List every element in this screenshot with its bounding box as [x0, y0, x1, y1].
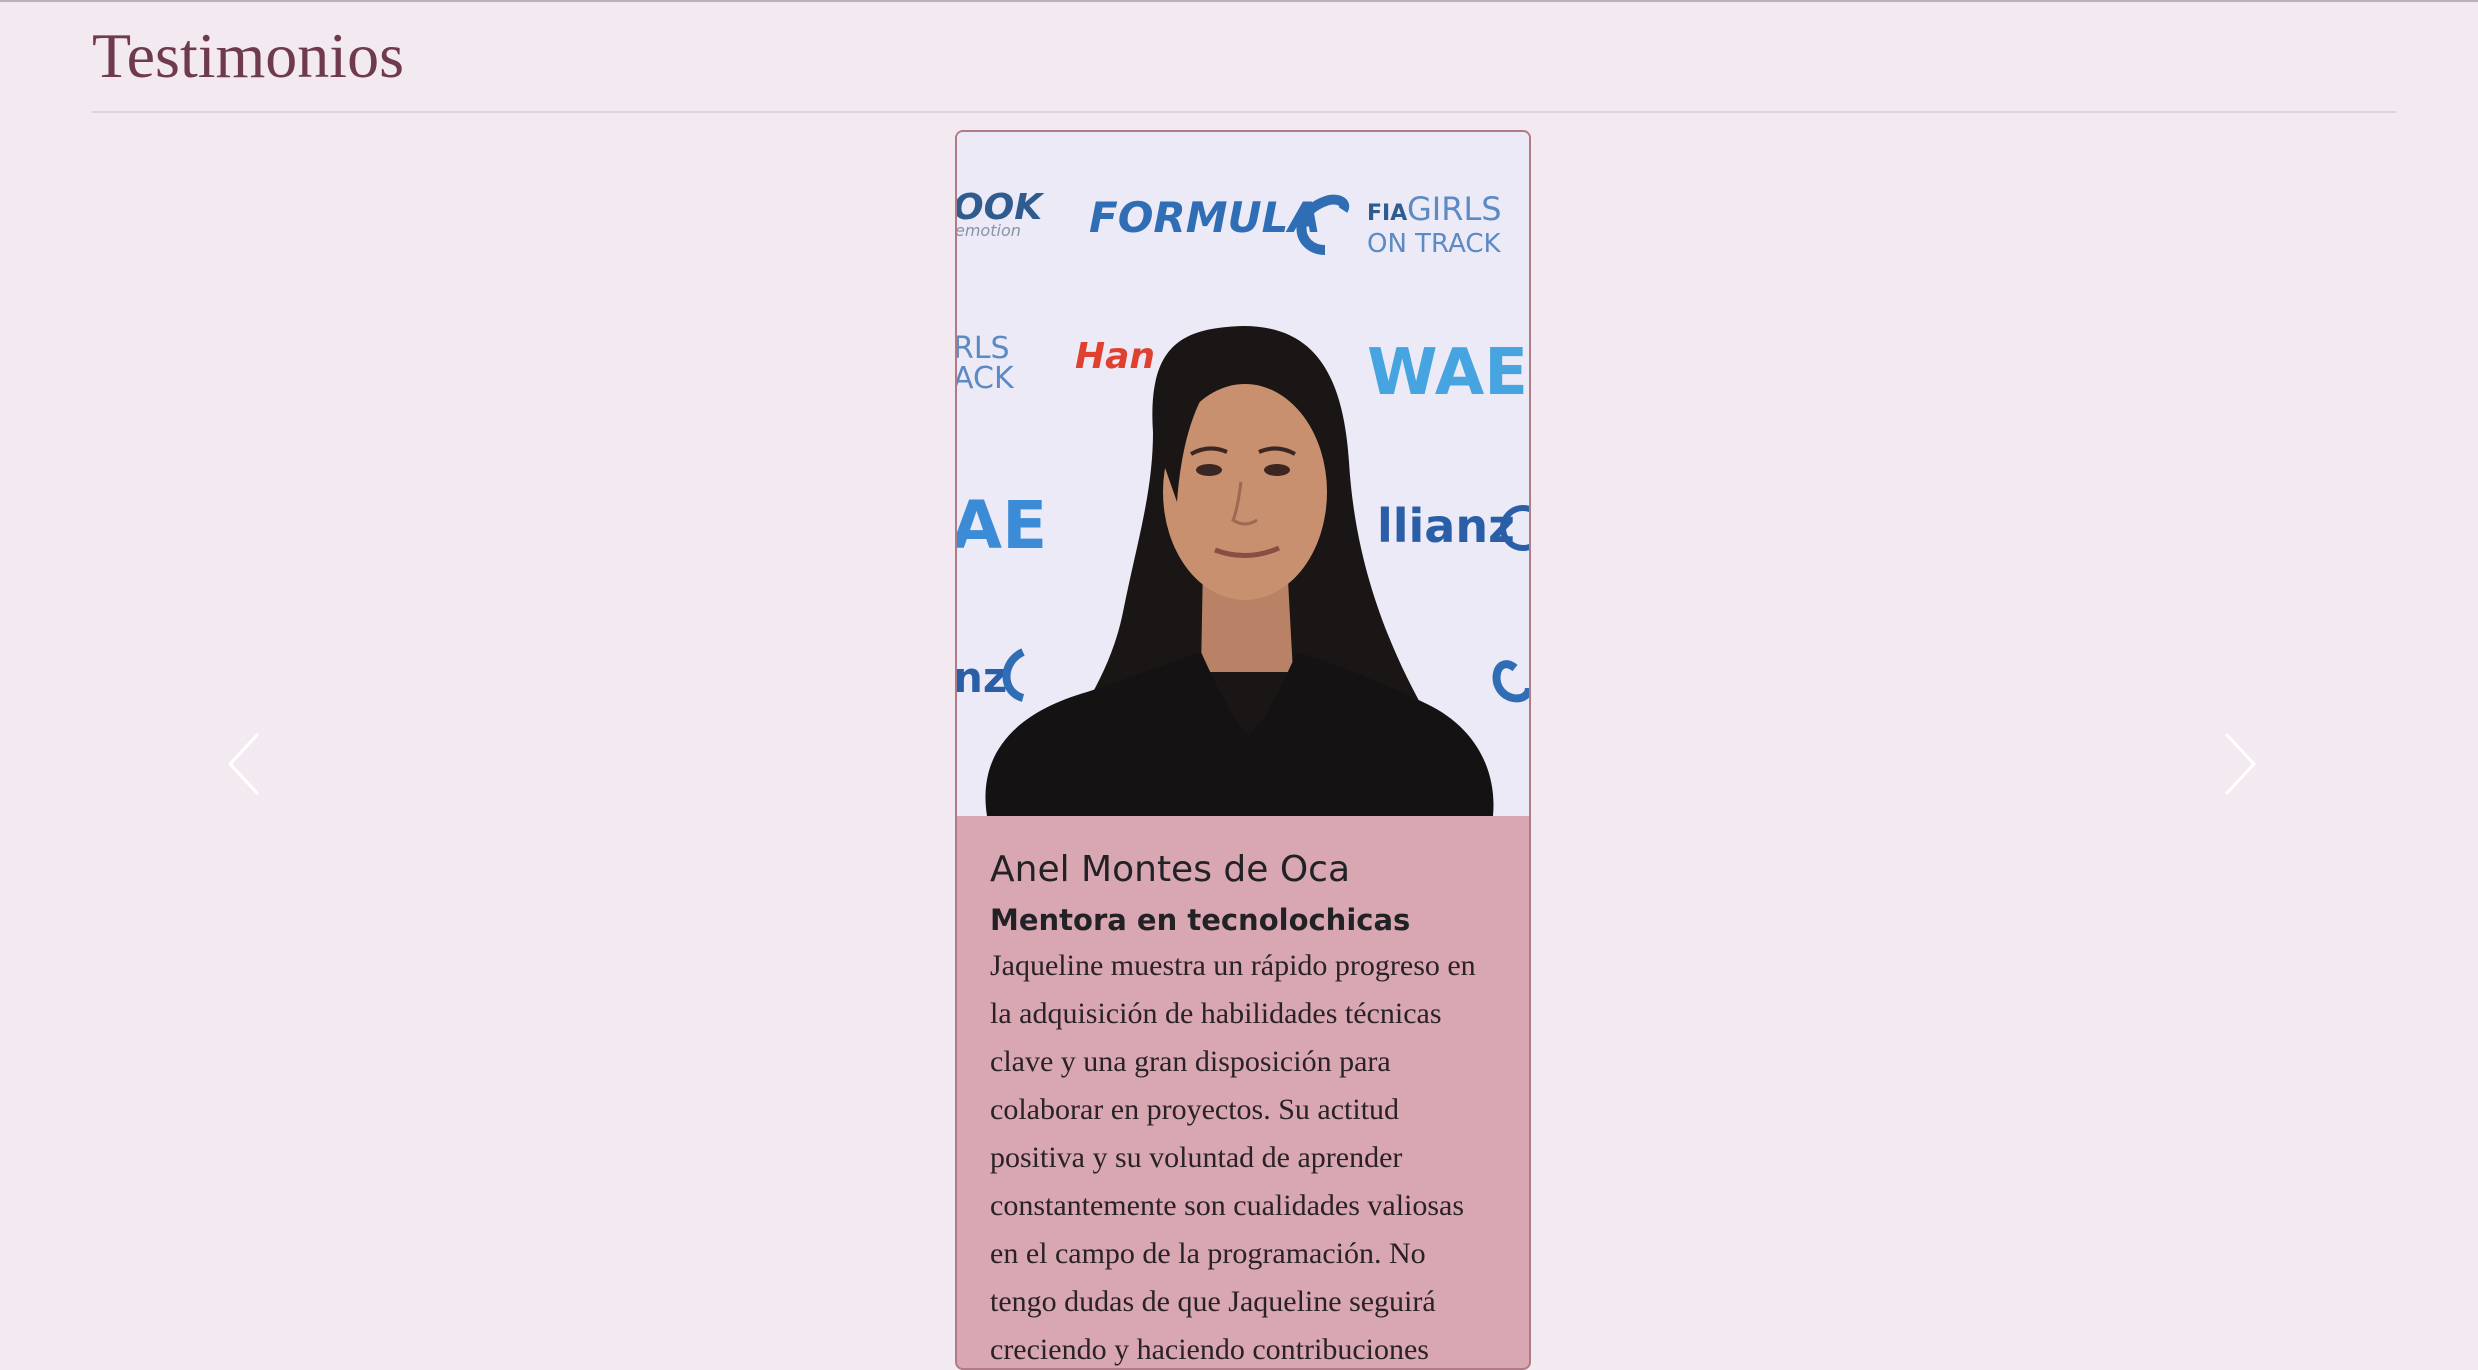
testimonial-card: OOK emotion FORMULA FIA GIRLS ON TRACK R… — [955, 130, 1531, 1370]
chevron-right-icon — [2224, 732, 2257, 796]
backdrop-logo-text: AE — [957, 487, 1047, 564]
chevron-left-icon — [227, 732, 260, 796]
backdrop-logo-text: ACK — [957, 361, 1015, 396]
testimonial-name: Anel Montes de Oca — [990, 849, 1351, 890]
testimonial-quote: Jaqueline muestra un rápido progreso en … — [990, 949, 1476, 1366]
section-title: Testimonios — [92, 20, 404, 91]
backdrop-logo-text: nz — [957, 653, 1007, 702]
title-divider — [92, 111, 2396, 113]
carousel-next-button[interactable] — [2210, 724, 2270, 804]
backdrop-logo-text: Han — [1075, 336, 1155, 377]
backdrop-logo-text: FIA — [1367, 201, 1407, 226]
testimonial-body: Anel Montes de Oca Mentora en tecnolochi… — [957, 816, 1529, 1368]
carousel-prev-button[interactable] — [214, 724, 274, 804]
backdrop-logo-text: GIRLS — [1407, 190, 1502, 228]
backdrop-logo-text: llianz — [1377, 499, 1515, 553]
testimonial-photo: OOK emotion FORMULA FIA GIRLS ON TRACK R… — [957, 132, 1529, 816]
backdrop-logo-text: ON TRACK — [1367, 229, 1502, 259]
testimonial-role: Mentora en tecnolochicas — [990, 903, 1411, 937]
portrait-image: OOK emotion FORMULA FIA GIRLS ON TRACK R… — [957, 132, 1529, 816]
backdrop-logo-text: emotion — [957, 221, 1021, 240]
backdrop-logo-text: FORMULA — [1089, 193, 1321, 242]
backdrop-logo-text: WAE — [1367, 336, 1528, 410]
